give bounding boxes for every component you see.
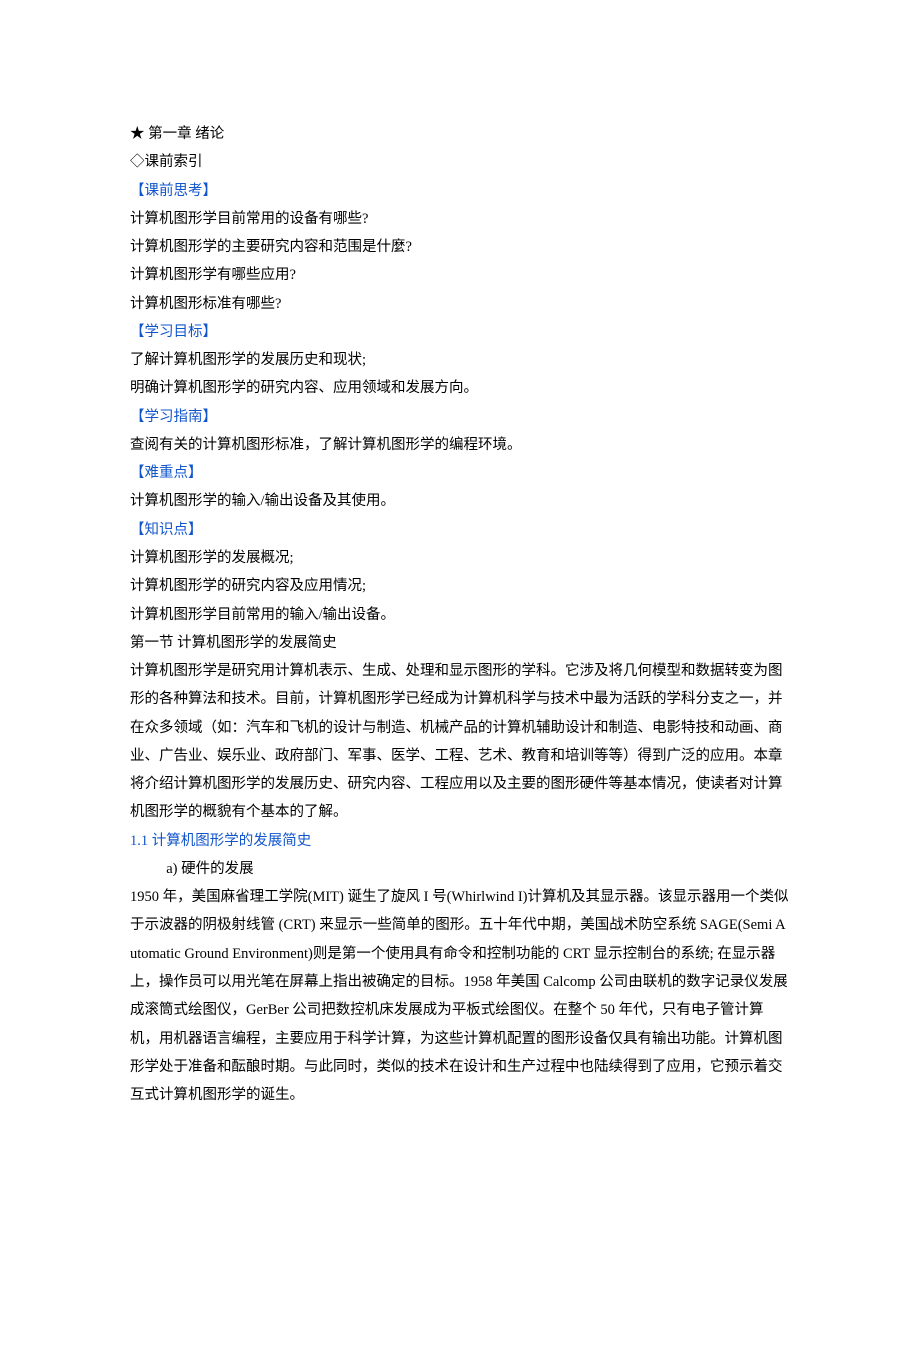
learning-goal-item: 了解计算机图形学的发展历史和现状; — [130, 346, 790, 374]
heading-learning-guide: 【学习指南】 — [130, 403, 790, 431]
knowledge-points-item: 计算机图形学的研究内容及应用情况; — [130, 572, 790, 600]
heading-learning-goal: 【学习目标】 — [130, 318, 790, 346]
knowledge-points-item: 计算机图形学的发展概况; — [130, 544, 790, 572]
chapter-title: ★ 第一章 绪论 — [130, 120, 790, 148]
preclass-think-item: 计算机图形标准有哪些? — [130, 290, 790, 318]
section-intro-title: 第一节 计算机图形学的发展简史 — [130, 629, 790, 657]
heading-difficult-points: 【难重点】 — [130, 459, 790, 487]
section-intro-body: 计算机图形学是研究用计算机表示、生成、处理和显示图形的学科。它涉及将几何模型和数… — [130, 657, 790, 827]
heading-knowledge-points: 【知识点】 — [130, 516, 790, 544]
subitem-a-body: 1950 年，美国麻省理工学院(MIT) 诞生了旋风 I 号(Whirlwind… — [130, 883, 790, 1109]
learning-goal-item: 明确计算机图形学的研究内容、应用领域和发展方向。 — [130, 374, 790, 402]
document-body: ★ 第一章 绪论 ◇课前索引 【课前思考】 计算机图形学目前常用的设备有哪些? … — [130, 120, 790, 1109]
preclass-think-item: 计算机图形学目前常用的设备有哪些? — [130, 205, 790, 233]
learning-guide-item: 查阅有关的计算机图形标准，了解计算机图形学的编程环境。 — [130, 431, 790, 459]
section-1-1-heading: 1.1 计算机图形学的发展简史 — [130, 827, 790, 855]
pre-index: ◇课前索引 — [130, 148, 790, 176]
subitem-a-title: a) 硬件的发展 — [130, 855, 790, 883]
preclass-think-item: 计算机图形学有哪些应用? — [130, 261, 790, 289]
preclass-think-item: 计算机图形学的主要研究内容和范围是什麼? — [130, 233, 790, 261]
difficult-points-item: 计算机图形学的输入/输出设备及其使用。 — [130, 487, 790, 515]
knowledge-points-item: 计算机图形学目前常用的输入/输出设备。 — [130, 601, 790, 629]
heading-preclass-think: 【课前思考】 — [130, 177, 790, 205]
